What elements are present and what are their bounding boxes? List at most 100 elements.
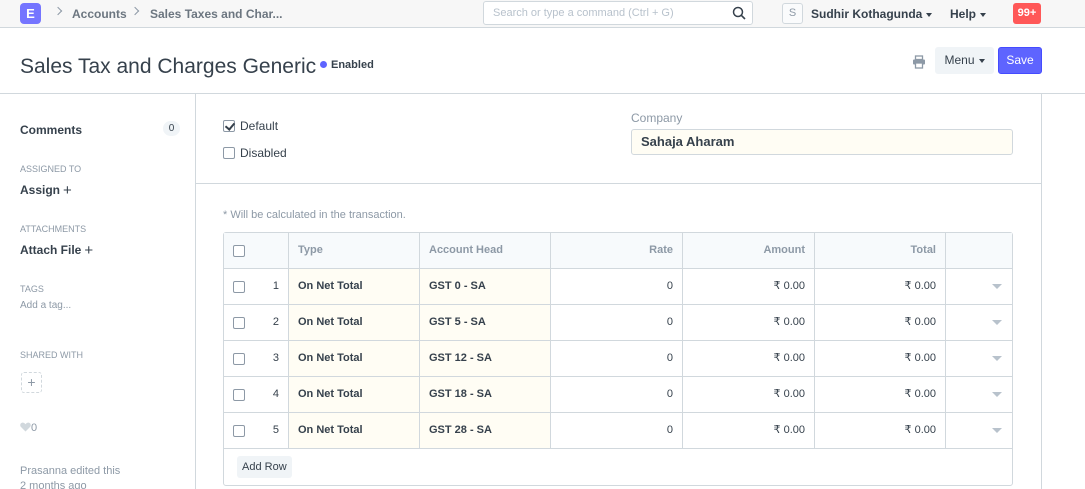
- account-head-cell[interactable]: GST 28 - SA: [420, 413, 551, 448]
- dropdown-caret-icon[interactable]: [992, 284, 1002, 289]
- amount-cell[interactable]: ₹ 0.00: [683, 341, 815, 376]
- company-field[interactable]: Sahaja Aharam: [631, 129, 1013, 155]
- disabled-label: Disabled: [240, 146, 287, 160]
- add-tag-input[interactable]: Add a tag...: [20, 300, 71, 311]
- account-head-cell[interactable]: GST 18 - SA: [420, 377, 551, 412]
- table-row[interactable]: 5 On Net Total GST 28 - SA 0 ₹ 0.00 ₹ 0.…: [224, 413, 1012, 449]
- user-name: Sudhir Kothagunda: [811, 7, 923, 21]
- select-all-checkbox[interactable]: [233, 245, 245, 257]
- comments-link[interactable]: Comments: [20, 123, 82, 137]
- default-checkbox-field[interactable]: Default: [223, 119, 278, 133]
- comments-count-badge: 0: [163, 121, 180, 136]
- rate-cell[interactable]: 0: [551, 305, 683, 340]
- dropdown-caret-icon[interactable]: [992, 428, 1002, 433]
- row-select-cell: [224, 305, 255, 340]
- breadcrumb-sales-taxes[interactable]: Sales Taxes and Char...: [150, 7, 283, 21]
- row-checkbox[interactable]: [233, 281, 245, 293]
- print-icon[interactable]: [912, 55, 926, 69]
- dropdown-caret-icon[interactable]: [992, 392, 1002, 397]
- default-label: Default: [240, 119, 279, 133]
- assign-button[interactable]: Assign +: [20, 182, 72, 199]
- section-divider: [196, 183, 1042, 184]
- chevron-right-icon: [53, 6, 63, 16]
- total-cell[interactable]: ₹ 0.00: [815, 377, 946, 412]
- amount-cell[interactable]: ₹ 0.00: [683, 413, 815, 448]
- type-cell[interactable]: On Net Total: [289, 269, 420, 304]
- breadcrumb-accounts[interactable]: Accounts: [72, 7, 127, 21]
- table-row[interactable]: 4 On Net Total GST 18 - SA 0 ₹ 0.00 ₹ 0.…: [224, 377, 1012, 413]
- app-logo[interactable]: E: [20, 3, 41, 24]
- attach-file-button[interactable]: Attach File +: [20, 242, 93, 259]
- search-icon[interactable]: [732, 6, 746, 20]
- row-actions-cell: [946, 341, 1012, 376]
- amount-cell[interactable]: ₹ 0.00: [683, 377, 815, 412]
- attach-file-label: Attach File: [20, 243, 82, 257]
- navbar: E Accounts Sales Taxes and Char... S Sud…: [0, 0, 1085, 28]
- rate-cell[interactable]: 0: [551, 413, 683, 448]
- search-input[interactable]: [484, 2, 719, 24]
- form-main: Default Disabled Company Sahaja Aharam *…: [196, 94, 1042, 489]
- type-cell[interactable]: On Net Total: [289, 305, 420, 340]
- company-label: Company: [631, 111, 683, 125]
- header-amount: Amount: [683, 233, 815, 268]
- page-title: Sales Tax and Charges Generic: [20, 55, 317, 78]
- disabled-checkbox-field[interactable]: Disabled: [223, 146, 287, 160]
- row-actions-cell: [946, 305, 1012, 340]
- status-indicator: Enabled: [320, 59, 374, 71]
- assign-label: Assign: [20, 183, 61, 197]
- account-head-cell[interactable]: GST 12 - SA: [420, 341, 551, 376]
- shared-with-heading: SHARED WITH: [20, 350, 83, 360]
- table-row[interactable]: 2 On Net Total GST 5 - SA 0 ₹ 0.00 ₹ 0.0…: [224, 305, 1012, 341]
- total-cell[interactable]: ₹ 0.00: [815, 341, 946, 376]
- caret-down-icon: [980, 12, 987, 17]
- row-actions-cell: [946, 269, 1012, 304]
- header-rate: Rate: [551, 233, 683, 268]
- taxes-grid: Type Account Head Rate Amount Total 1 On…: [223, 232, 1013, 486]
- like-button[interactable]: 0: [20, 422, 37, 434]
- table-row[interactable]: 3 On Net Total GST 12 - SA 0 ₹ 0.00 ₹ 0.…: [224, 341, 1012, 377]
- amount-cell[interactable]: ₹ 0.00: [683, 269, 815, 304]
- rate-cell[interactable]: 0: [551, 377, 683, 412]
- total-cell[interactable]: ₹ 0.00: [815, 305, 946, 340]
- heart-icon: [20, 422, 31, 432]
- calculation-note: * Will be calculated in the transaction.: [223, 209, 406, 221]
- row-select-cell: [224, 377, 255, 412]
- caret-down-icon: [926, 12, 933, 17]
- amount-cell[interactable]: ₹ 0.00: [683, 305, 815, 340]
- help-menu[interactable]: Help: [950, 7, 987, 21]
- user-menu[interactable]: Sudhir Kothagunda: [811, 7, 933, 21]
- header-idx: [255, 233, 289, 268]
- table-row[interactable]: 1 On Net Total GST 0 - SA 0 ₹ 0.00 ₹ 0.0…: [224, 269, 1012, 305]
- rate-cell[interactable]: 0: [551, 269, 683, 304]
- save-button[interactable]: Save: [998, 47, 1042, 74]
- row-checkbox[interactable]: [233, 353, 245, 365]
- grid-header-row: Type Account Head Rate Amount Total: [224, 233, 1012, 269]
- add-row-button[interactable]: Add Row: [237, 456, 292, 478]
- caret-down-icon: [978, 58, 985, 63]
- edited-time: 2 months ago: [20, 480, 87, 489]
- plus-icon: +: [63, 182, 72, 199]
- edited-text: edited this: [70, 465, 121, 477]
- share-add-button[interactable]: +: [21, 372, 42, 393]
- row-checkbox[interactable]: [233, 425, 245, 437]
- account-head-cell[interactable]: GST 0 - SA: [420, 269, 551, 304]
- total-cell[interactable]: ₹ 0.00: [815, 413, 946, 448]
- row-index: 5: [255, 413, 289, 448]
- account-head-cell[interactable]: GST 5 - SA: [420, 305, 551, 340]
- row-select-cell: [224, 341, 255, 376]
- row-checkbox[interactable]: [233, 389, 245, 401]
- menu-button[interactable]: Menu: [935, 47, 994, 74]
- dropdown-caret-icon[interactable]: [992, 320, 1002, 325]
- total-cell[interactable]: ₹ 0.00: [815, 269, 946, 304]
- default-checkbox[interactable]: [223, 120, 235, 132]
- type-cell[interactable]: On Net Total: [289, 341, 420, 376]
- dropdown-caret-icon[interactable]: [992, 356, 1002, 361]
- editor-name[interactable]: Prasanna: [20, 465, 67, 477]
- row-checkbox[interactable]: [233, 317, 245, 329]
- type-cell[interactable]: On Net Total: [289, 413, 420, 448]
- disabled-checkbox[interactable]: [223, 147, 235, 159]
- rate-cell[interactable]: 0: [551, 341, 683, 376]
- notification-badge[interactable]: 99+: [1013, 3, 1041, 24]
- avatar[interactable]: S: [782, 3, 803, 24]
- type-cell[interactable]: On Net Total: [289, 377, 420, 412]
